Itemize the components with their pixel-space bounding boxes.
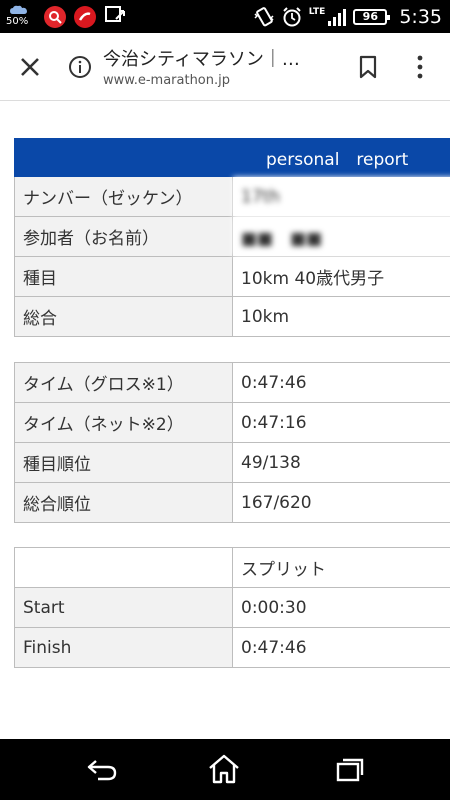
overall-rank-value: 167/620 (232, 482, 450, 523)
bookmark-icon[interactable] (357, 55, 379, 79)
clock: 5:35 (399, 5, 442, 28)
navigation-bar (0, 739, 450, 800)
report-header: personal report (232, 138, 450, 177)
participant-name-value: ■■ ■■ (232, 216, 450, 257)
table-row: 総合 10km (14, 296, 450, 337)
table-row: タイム（グロス※1） 0:47:46 (14, 362, 450, 403)
row-label: 総合 (14, 296, 233, 337)
results-table: タイム（グロス※1） 0:47:46 タイム（ネット※2） 0:47:16 種目… (14, 362, 450, 523)
row-label: 総合順位 (14, 482, 233, 523)
row-label: Finish (14, 627, 233, 668)
start-split-value: 0:00:30 (232, 587, 450, 628)
app-notification-icon (74, 5, 96, 28)
gross-time-value: 0:47:46 (232, 362, 450, 403)
cloud-icon (10, 5, 27, 14)
split-header-row: スプリット (14, 547, 450, 588)
row-label: 参加者（お名前） (14, 216, 233, 257)
split-header-label (14, 547, 233, 588)
table-row: 参加者（お名前） ■■ ■■ (14, 216, 450, 257)
net-time-value: 0:47:16 (232, 402, 450, 443)
row-label: ナンバー（ゼッケン） (14, 176, 233, 217)
battery-indicator: 96 (353, 8, 391, 25)
battery-saver-indicator: 50% (6, 3, 36, 30)
page-url[interactable]: www.e-marathon.jp (103, 73, 230, 88)
page-title: 今治シティマラソン｜… (103, 49, 300, 70)
category-value: 10km 40歳代男子 (232, 256, 450, 297)
row-label: タイム（グロス※1） (14, 362, 233, 403)
network-type-label: LTE (308, 6, 326, 17)
row-label: 種目 (14, 256, 233, 297)
recent-apps-icon[interactable] (335, 757, 365, 783)
table-row: 総合順位 167/620 (14, 482, 450, 523)
split-table: スプリット Start 0:00:30 Finish 0:47:46 (14, 547, 450, 668)
category-rank-value: 49/138 (232, 442, 450, 483)
browser-toolbar: 今治シティマラソン｜… www.e-marathon.jp (0, 33, 450, 101)
table-row: Finish 0:47:46 (14, 627, 450, 668)
row-label: タイム（ネット※2） (14, 402, 233, 443)
alarm-icon (283, 6, 301, 26)
home-icon[interactable] (207, 753, 241, 785)
search-app-icon (44, 5, 66, 28)
back-icon[interactable] (86, 757, 118, 783)
finish-split-value: 0:47:46 (232, 627, 450, 668)
vibrate-icon (254, 6, 274, 26)
bib-number-value: 17th (232, 176, 450, 217)
table-row: タイム（ネット※2） 0:47:16 (14, 402, 450, 443)
battery-saver-percent: 50% (6, 16, 29, 27)
table-row: 種目 10km 40歳代男子 (14, 256, 450, 297)
table-row: Start 0:00:30 (14, 587, 450, 628)
split-header: スプリット (232, 547, 450, 588)
battery-percent: 96 (362, 10, 378, 23)
table-row: 種目順位 49/138 (14, 442, 450, 483)
screenshot-icon (104, 5, 126, 29)
report-header-row: personal report (14, 138, 450, 177)
signal-icon (328, 8, 347, 26)
overall-value: 10km (232, 296, 450, 337)
row-label: Start (14, 587, 233, 628)
table-row: ナンバー（ゼッケン） 17th (14, 176, 450, 217)
profile-table: personal report ナンバー（ゼッケン） 17th 参加者（お名前）… (14, 138, 450, 337)
overflow-menu-icon[interactable] (410, 53, 430, 81)
info-icon[interactable] (68, 55, 92, 79)
close-icon[interactable] (18, 55, 42, 79)
status-bar: 50% LTE 96 5:35 (0, 0, 450, 33)
row-label: 種目順位 (14, 442, 233, 483)
